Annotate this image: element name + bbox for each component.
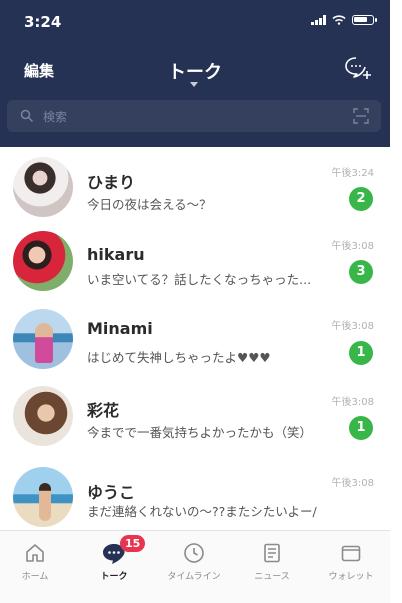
search-icon [20, 109, 34, 123]
page-title[interactable]: トーク [0, 58, 390, 84]
chevron-down-icon[interactable] [190, 82, 198, 87]
chat-row-hikaru[interactable]: hikaru いま空いてる？話したくなっちゃった... 午後3:08 3 [0, 223, 390, 299]
tab-label: ホーム [21, 572, 49, 582]
chat-name: hikaru [87, 245, 145, 264]
tab-label: ウォレット [328, 572, 374, 582]
status-time: 3:24 [24, 13, 62, 31]
chat-list: ひまり 今日の夜は会える〜？ 午後3:24 2 hikaru いま空いてる？話し… [0, 147, 390, 535]
tab-badge: 15 [120, 535, 146, 552]
chat-row-ayaka[interactable]: 彩花 今までで一番気持ちよかったかも（笑） 午後3:08 1 [0, 379, 390, 457]
tab-talk[interactable]: 15 トーク [75, 535, 153, 582]
chat-preview: 今までで一番気持ちよかったかも（笑） [87, 425, 313, 440]
chat-time: 午後3:08 [331, 321, 374, 332]
unread-badge: 1 [349, 341, 373, 365]
unread-badge: 1 [349, 416, 373, 440]
avatar [13, 309, 73, 369]
chat-preview: まだ連絡くれないの〜??またシたいよー/// [87, 504, 317, 519]
unread-badge: 3 [349, 260, 373, 284]
bottom-tab-bar: ホーム 15 トーク タイムライン ニュース ウォレット [0, 530, 390, 603]
tab-label: ニュース [254, 572, 290, 582]
search-input[interactable]: 検索 [43, 108, 67, 125]
chat-time: 午後3:08 [331, 241, 374, 252]
qr-scan-icon[interactable] [353, 108, 369, 124]
avatar [13, 157, 73, 217]
chat-row-himari[interactable]: ひまり 今日の夜は会える〜？ 午後3:24 2 [0, 147, 390, 223]
signal-icon [311, 15, 326, 25]
unread-badge: 2 [349, 187, 373, 211]
tab-label: トーク [100, 572, 128, 582]
chat-preview: はじめて失神しちゃったよ♥♥♥ [87, 350, 271, 365]
chat-time: 午後3:08 [331, 478, 374, 489]
tab-home[interactable]: ホーム [0, 541, 74, 582]
status-icons [311, 15, 377, 25]
battery-icon [352, 15, 377, 25]
home-icon [26, 544, 44, 562]
chat-preview: 今日の夜は会える〜？ [87, 197, 212, 212]
avatar [13, 386, 73, 446]
chat-name: ゆうこ [87, 483, 136, 502]
chat-row-minami[interactable]: Minami はじめて失神しちゃったよ♥♥♥ 午後3:08 1 [0, 299, 390, 379]
news-icon [264, 543, 280, 563]
tab-wallet[interactable]: ウォレット [312, 541, 390, 582]
new-chat-icon[interactable] [344, 56, 372, 80]
chat-time: 午後3:08 [331, 397, 374, 408]
tab-label: タイムライン [167, 572, 221, 582]
tab-timeline[interactable]: タイムライン [155, 541, 233, 582]
app-header: 3:24 編集 トーク 検索 [0, 0, 390, 147]
chat-name: Minami [87, 319, 153, 338]
chat-row-yuko[interactable]: ゆうこ まだ連絡くれないの〜??またシたいよー/// 午後3:08 [0, 457, 390, 535]
tab-news[interactable]: ニュース [233, 541, 311, 582]
wallet-icon [341, 545, 361, 562]
search-bar[interactable]: 検索 [7, 100, 381, 132]
avatar [13, 231, 73, 291]
avatar [13, 467, 73, 527]
chat-name: 彩花 [87, 401, 120, 420]
wifi-icon [332, 15, 346, 25]
chat-name: ひまり [87, 173, 136, 192]
chat-time: 午後3:24 [331, 168, 374, 179]
chat-preview: いま空いてる？話したくなっちゃった... [87, 272, 312, 287]
clock-icon [184, 543, 204, 563]
